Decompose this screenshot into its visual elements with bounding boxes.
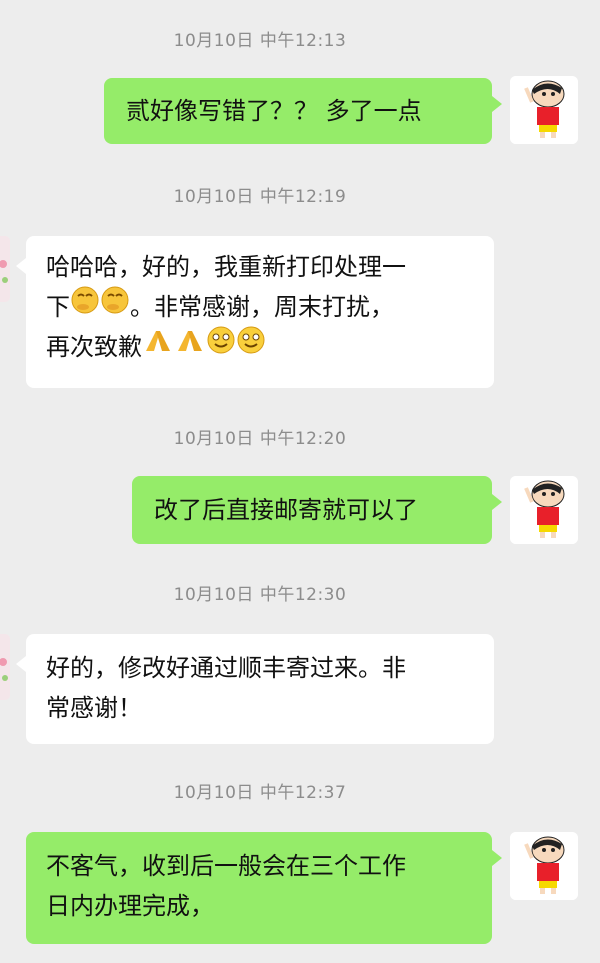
flower-avatar-icon bbox=[0, 634, 10, 700]
flower-avatar-icon bbox=[0, 236, 10, 302]
thinking-emoji-icon bbox=[100, 285, 130, 327]
message-text-fragment: 。非常感谢，周末打扰， bbox=[130, 293, 394, 321]
thinking-emoji-icon bbox=[70, 285, 100, 327]
user-avatar[interactable] bbox=[510, 832, 578, 900]
message-text-line: 好的，修改好通过顺丰寄过来。非 bbox=[46, 654, 406, 682]
user-avatar[interactable] bbox=[510, 476, 578, 544]
cartoon-boy-avatar-icon bbox=[510, 832, 578, 900]
message-text-line: 哈哈哈，好的，我重新打印处理一 bbox=[46, 253, 406, 281]
message-text-line: 常感谢！ bbox=[46, 694, 142, 722]
message-text-line: 再次致歉 bbox=[46, 325, 494, 367]
smile-emoji-icon bbox=[206, 325, 236, 367]
smile-emoji-icon bbox=[236, 325, 266, 367]
contact-avatar[interactable] bbox=[0, 236, 10, 302]
message-text-line: 不客气，收到后一般会在三个工作 bbox=[46, 852, 406, 880]
timestamp: 10月10日 中午12:30 bbox=[173, 585, 347, 605]
contact-avatar[interactable] bbox=[0, 634, 10, 700]
timestamp: 10月10日 中午12:20 bbox=[173, 429, 347, 449]
cartoon-boy-avatar-icon bbox=[510, 476, 578, 544]
user-avatar[interactable] bbox=[510, 76, 578, 144]
message-text-fragment: 再次致歉 bbox=[46, 333, 142, 361]
incoming-message-bubble[interactable]: 好的，修改好通过顺丰寄过来。非 常感谢！ bbox=[16, 634, 494, 744]
message-text-line: 下 。非常感谢，周末打扰， bbox=[46, 285, 494, 327]
cartoon-boy-avatar-icon bbox=[510, 76, 578, 144]
outgoing-message-bubble[interactable]: 改了后直接邮寄就可以了 bbox=[132, 476, 502, 544]
incoming-message-bubble[interactable]: 哈哈哈，好的，我重新打印处理一 下 。非常感谢，周末打扰， 再次致歉 bbox=[16, 236, 494, 388]
timestamp: 10月10日 中午12:37 bbox=[173, 783, 347, 803]
message-text: 改了后直接邮寄就可以了 bbox=[154, 496, 418, 524]
pray-emoji-icon bbox=[142, 325, 174, 367]
timestamp: 10月10日 中午12:19 bbox=[173, 187, 347, 207]
message-text-line: 日内办理完成， bbox=[46, 892, 214, 920]
outgoing-message-bubble[interactable]: 贰好像写错了？？ 多了一点 bbox=[104, 78, 502, 144]
outgoing-message-bubble[interactable]: 不客气，收到后一般会在三个工作 日内办理完成， bbox=[26, 832, 502, 944]
timestamp: 10月10日 中午12:13 bbox=[173, 31, 347, 51]
chat-window: 10月10日 中午12:13 贰好像写错了？？ 多了一点 10月10日 中午12… bbox=[0, 0, 600, 963]
message-text: 贰好像写错了？？ 多了一点 bbox=[126, 97, 422, 125]
pray-emoji-icon bbox=[174, 325, 206, 367]
message-text-fragment: 下 bbox=[46, 293, 70, 321]
